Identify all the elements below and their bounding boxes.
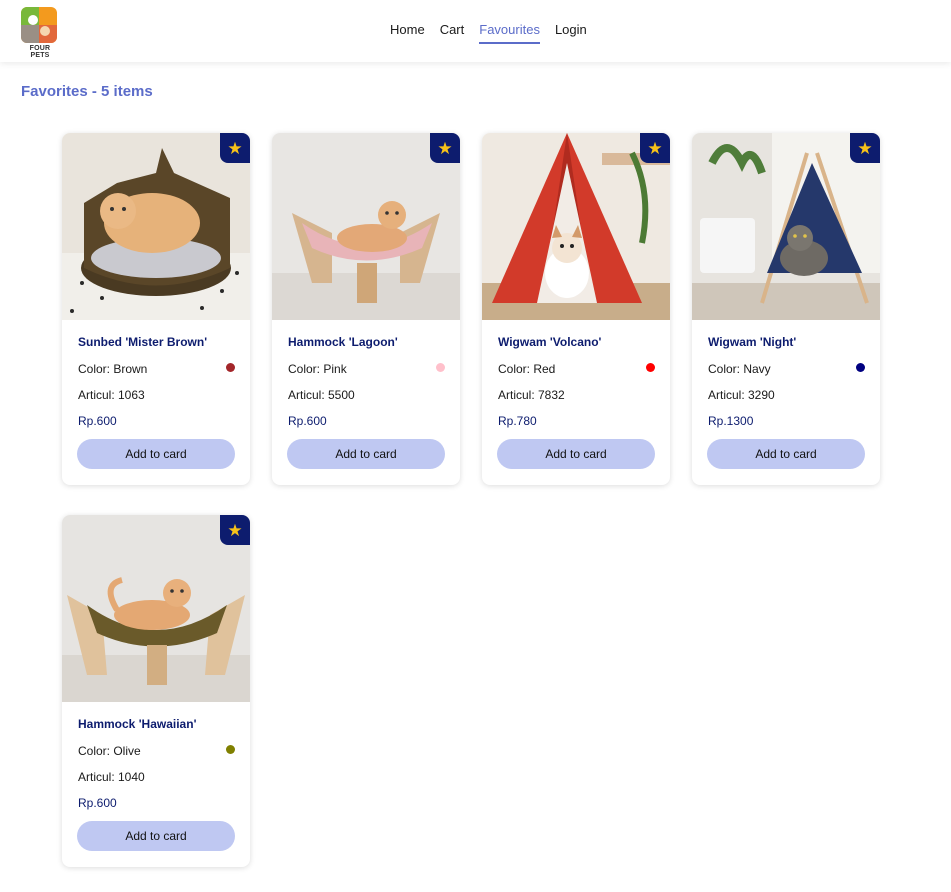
color-swatch xyxy=(226,745,235,754)
nav-cart[interactable]: Cart xyxy=(440,22,465,44)
product-card: ★ Wigwam 'Night' Color: Navy Articul: 32… xyxy=(692,133,880,485)
product-articul: Articul: 7832 xyxy=(498,388,565,402)
add-to-card-button[interactable]: Add to card xyxy=(287,439,445,469)
add-to-card-button[interactable]: Add to card xyxy=(77,821,235,851)
color-swatch xyxy=(646,363,655,372)
product-articul: Articul: 1063 xyxy=(78,388,145,402)
add-to-card-button[interactable]: Add to card xyxy=(707,439,865,469)
product-articul: Articul: 3290 xyxy=(708,388,775,402)
product-card: ★ Hammock 'Lagoon' Color: Pink Articul: … xyxy=(272,133,460,485)
product-name: Wigwam 'Volcano' xyxy=(498,335,602,349)
product-price: Rp.600 xyxy=(288,414,327,428)
product-articul: Articul: 5500 xyxy=(288,388,355,402)
product-color: Color: Olive xyxy=(78,744,141,758)
favourite-star-icon[interactable]: ★ xyxy=(430,133,460,163)
product-price: Rp.600 xyxy=(78,796,117,810)
product-card: ★ Wigwam 'Volcano' Color: Red Articul: 7… xyxy=(482,133,670,485)
add-to-card-button[interactable]: Add to card xyxy=(77,439,235,469)
favourite-star-icon[interactable]: ★ xyxy=(850,133,880,163)
color-swatch xyxy=(436,363,445,372)
color-swatch xyxy=(856,363,865,372)
product-color: Color: Brown xyxy=(78,362,148,376)
nav-login[interactable]: Login xyxy=(555,22,587,44)
nav-home[interactable]: Home xyxy=(390,22,425,44)
product-card: ★ Sunbed 'Mister Brown' Color: Brown Art… xyxy=(62,133,250,485)
favourite-star-icon[interactable]: ★ xyxy=(220,515,250,545)
product-name: Wigwam 'Night' xyxy=(708,335,797,349)
product-color: Color: Pink xyxy=(288,362,347,376)
site-header: FOUR PETS Home Cart Favourites Login xyxy=(0,0,951,62)
add-to-card-button[interactable]: Add to card xyxy=(497,439,655,469)
main-nav: Home Cart Favourites Login xyxy=(390,22,587,44)
product-name: Hammock 'Hawaiian' xyxy=(78,717,197,731)
product-card: ★ Hammock 'Hawaiian' Color: Olive Articu… xyxy=(62,515,250,867)
product-articul: Articul: 1040 xyxy=(78,770,145,784)
product-price: Rp.780 xyxy=(498,414,537,428)
four-pets-logo[interactable]: FOUR PETS xyxy=(20,7,58,59)
product-price: Rp.1300 xyxy=(708,414,754,428)
nav-favourites[interactable]: Favourites xyxy=(479,22,540,44)
product-color: Color: Red xyxy=(498,362,556,376)
product-name: Sunbed 'Mister Brown' xyxy=(78,335,208,349)
logo-icon xyxy=(21,7,57,43)
product-color: Color: Navy xyxy=(708,362,771,376)
favourite-star-icon[interactable]: ★ xyxy=(640,133,670,163)
color-swatch xyxy=(226,363,235,372)
product-name: Hammock 'Lagoon' xyxy=(288,335,398,349)
product-price: Rp.600 xyxy=(78,414,117,428)
logo-text: FOUR PETS xyxy=(29,45,51,59)
page-title: Favorites - 5 items xyxy=(21,83,153,100)
favourite-star-icon[interactable]: ★ xyxy=(220,133,250,163)
